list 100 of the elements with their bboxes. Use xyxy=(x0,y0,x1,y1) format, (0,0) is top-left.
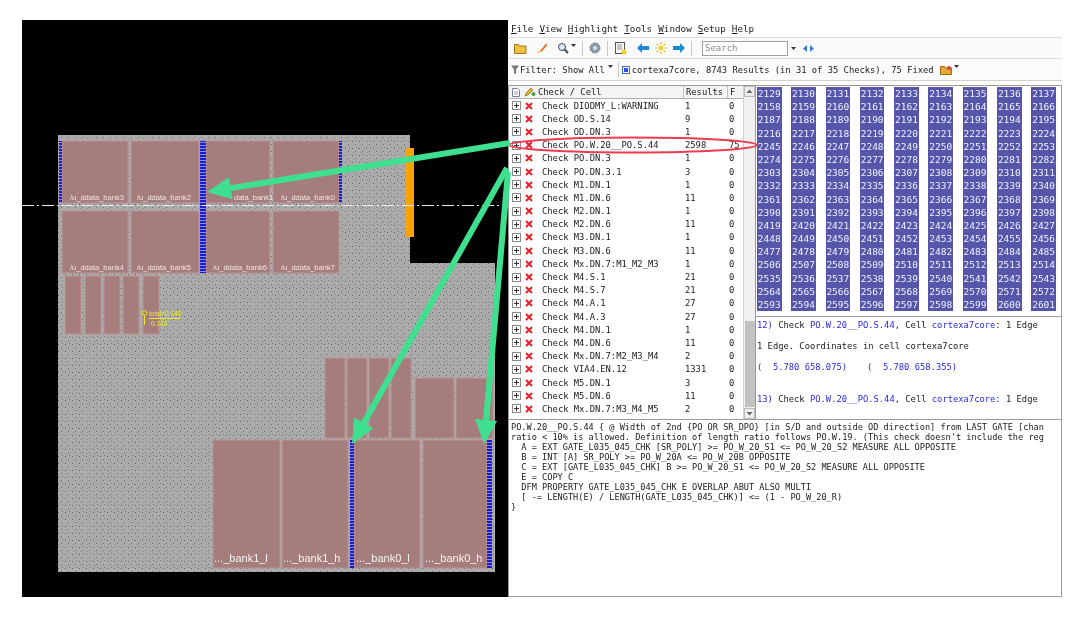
check-name[interactable]: Check Mx.DN.7:M1_M2_M3 xyxy=(541,257,660,270)
result-cell[interactable]: 2514 xyxy=(1031,258,1056,272)
result-cell[interactable]: 2453 xyxy=(928,232,953,246)
result-cell[interactable]: 2191 xyxy=(894,113,919,127)
plus-box-icon[interactable] xyxy=(512,114,521,124)
result-cell[interactable]: 2454 xyxy=(962,232,988,246)
result-cell[interactable]: 2508 xyxy=(825,258,851,272)
result-cell[interactable]: 2599 xyxy=(962,298,988,312)
result-cell[interactable]: 2456 xyxy=(1031,232,1056,246)
check-name[interactable]: Check M1.DN.6 xyxy=(541,191,612,204)
menu-item[interactable]: Setup xyxy=(697,22,726,35)
result-cell[interactable]: 2190 xyxy=(859,113,885,127)
result-cell[interactable]: 2512 xyxy=(962,258,988,272)
result-cell[interactable]: 2187 xyxy=(757,113,782,127)
result-cell[interactable]: 2455 xyxy=(997,232,1022,246)
plus-box-icon[interactable] xyxy=(512,351,521,361)
right-arrow-icon[interactable] xyxy=(673,43,685,53)
folder-icon[interactable] xyxy=(939,64,952,75)
result-cell[interactable]: 2165 xyxy=(997,100,1022,114)
plus-box-icon[interactable] xyxy=(512,206,521,216)
result-cell[interactable]: 2507 xyxy=(791,258,816,272)
result-cell[interactable]: 2189 xyxy=(825,113,851,127)
result-cell[interactable]: 2306 xyxy=(859,166,885,180)
result-cell[interactable]: 2597 xyxy=(894,298,919,312)
result-link[interactable]: cortexa7core xyxy=(931,394,996,404)
result-cell[interactable]: 2163 xyxy=(928,100,953,114)
result-cell[interactable]: 2137 xyxy=(1031,87,1056,101)
plus-box-icon[interactable] xyxy=(512,285,521,295)
result-cell[interactable]: 2310 xyxy=(997,166,1022,180)
plus-box-icon[interactable] xyxy=(512,378,521,388)
result-cell[interactable]: 2481 xyxy=(894,245,919,259)
result-cell[interactable]: 2485 xyxy=(1031,245,1056,259)
check-name[interactable]: Check OD.DN.3 xyxy=(541,125,612,138)
result-cell[interactable]: 2160 xyxy=(825,100,851,114)
plus-box-icon[interactable] xyxy=(512,259,521,269)
result-cell[interactable]: 2192 xyxy=(928,113,953,127)
result-cell[interactable]: 2129 xyxy=(757,87,782,101)
result-cell[interactable]: 2452 xyxy=(894,232,919,246)
result-cell[interactable]: 2166 xyxy=(1031,100,1056,114)
result-cell[interactable]: 2338 xyxy=(962,179,988,193)
result-cell[interactable]: 2594 xyxy=(791,298,816,312)
pencil-icon[interactable] xyxy=(536,42,548,54)
plus-box-icon[interactable] xyxy=(512,364,521,374)
check-name[interactable]: Check M4.DN.6 xyxy=(541,336,612,349)
check-name[interactable]: Check M4.S.7 xyxy=(541,284,607,297)
result-cell[interactable]: 2483 xyxy=(962,245,988,259)
plus-box-icon[interactable] xyxy=(512,140,521,150)
column-header[interactable]: F xyxy=(730,86,736,98)
result-cell[interactable]: 2134 xyxy=(928,87,953,101)
column-header[interactable]: Results xyxy=(686,86,724,98)
result-cell[interactable]: 2448 xyxy=(757,232,782,246)
result-cell[interactable]: 2132 xyxy=(859,87,885,101)
result-cell[interactable]: 2600 xyxy=(997,298,1022,312)
check-name[interactable]: Check PO.DN.3 xyxy=(541,152,612,165)
result-cell[interactable]: 2193 xyxy=(962,113,988,127)
check-name[interactable]: Check M4.A.1 xyxy=(541,297,607,310)
result-cell[interactable]: 2130 xyxy=(791,87,816,101)
plus-box-icon[interactable] xyxy=(512,325,521,335)
check-name[interactable]: Check M5.DN.1 xyxy=(541,376,612,389)
result-cell[interactable]: 2510 xyxy=(894,258,919,272)
result-cell[interactable]: 2595 xyxy=(825,298,851,312)
plus-box-icon[interactable] xyxy=(512,298,521,308)
result-cell[interactable]: 2598 xyxy=(928,298,953,312)
check-name[interactable]: Check PO.W.20__PO.S.44 xyxy=(541,139,660,152)
result-cell[interactable]: 2131 xyxy=(825,87,851,101)
result-cell[interactable]: 2162 xyxy=(894,100,919,114)
result-cell[interactable]: 2511 xyxy=(928,258,953,272)
result-link[interactable]: PO.W.20__PO.S.44 xyxy=(809,394,895,404)
result-cell[interactable]: 2513 xyxy=(997,258,1022,272)
plus-box-icon[interactable] xyxy=(512,153,521,163)
result-cell[interactable]: 2158 xyxy=(757,100,782,114)
plus-box-icon[interactable] xyxy=(512,101,521,111)
folder-icon[interactable] xyxy=(514,42,527,54)
result-cell[interactable]: 2480 xyxy=(859,245,885,259)
check-name[interactable]: Check M4.S.1 xyxy=(541,271,607,284)
result-cell[interactable]: 2337 xyxy=(928,179,953,193)
plus-box-icon[interactable] xyxy=(512,193,521,203)
result-cell[interactable]: 2451 xyxy=(859,232,885,246)
check-name[interactable]: Check Mx.DN.7:M2_M3_M4 xyxy=(541,350,660,363)
check-name[interactable]: Check M2.DN.1 xyxy=(541,205,612,218)
left-triangle-icon[interactable] xyxy=(803,44,807,52)
plus-box-icon[interactable] xyxy=(512,219,521,229)
document-icon[interactable] xyxy=(614,41,627,55)
check-name[interactable]: Check M3.DN.1 xyxy=(541,231,612,244)
plus-box-icon[interactable] xyxy=(512,127,521,137)
caret-icon[interactable] xyxy=(953,65,959,68)
result-cell[interactable]: 2477 xyxy=(757,245,782,259)
menu-item[interactable]: Tools xyxy=(624,22,653,35)
result-cell[interactable]: 2307 xyxy=(894,166,919,180)
result-cell[interactable]: 2194 xyxy=(997,113,1022,127)
plus-box-icon[interactable] xyxy=(512,404,521,414)
menu-item[interactable]: File xyxy=(511,22,534,35)
result-link[interactable]: 13) xyxy=(757,394,773,404)
result-cell[interactable]: 2335 xyxy=(859,179,885,193)
plus-box-icon[interactable] xyxy=(512,272,521,282)
scrollbar-track[interactable] xyxy=(743,86,755,419)
result-cell[interactable]: 2334 xyxy=(825,179,851,193)
menu-item[interactable]: View xyxy=(539,22,562,35)
result-link[interactable]: cortexa7core xyxy=(931,320,996,330)
menu-item[interactable]: Window xyxy=(658,22,692,35)
